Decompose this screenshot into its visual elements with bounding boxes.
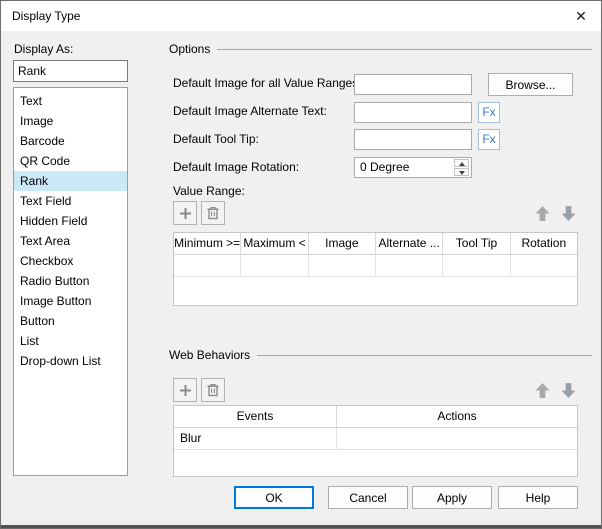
list-item-list[interactable]: List — [14, 331, 127, 351]
arrow-down-icon — [561, 205, 575, 221]
list-item-text-field[interactable]: Text Field — [14, 191, 127, 211]
web-behaviors-add-button[interactable] — [173, 378, 197, 402]
vr-cell-tooltip — [443, 255, 511, 276]
list-item-radio-button[interactable]: Radio Button — [14, 271, 127, 291]
value-range-delete-button[interactable] — [201, 201, 225, 225]
options-group-header: Options — [169, 42, 592, 56]
col-tooltip: Tool Tip — [443, 233, 511, 254]
col-events: Events — [174, 406, 337, 427]
rotation-spinner[interactable]: 0 Degree — [354, 157, 472, 178]
web-behaviors-group-label: Web Behaviors — [169, 348, 251, 362]
rotation-spin-buttons — [454, 159, 469, 176]
default-image-label: Default Image for all Value Ranges: — [173, 76, 362, 90]
arrow-up-icon — [535, 382, 549, 398]
spin-up-icon[interactable] — [454, 159, 469, 167]
help-button[interactable]: Help — [498, 486, 578, 509]
wb-cell-event: Blur — [174, 428, 337, 449]
value-range-add-button[interactable] — [173, 201, 197, 225]
vr-cell-maximum — [241, 255, 309, 276]
apply-button[interactable]: Apply — [412, 486, 492, 509]
ok-button[interactable]: OK — [234, 486, 314, 509]
web-behaviors-table-header: Events Actions — [174, 406, 577, 428]
web-behaviors-move-down-button[interactable] — [556, 378, 580, 402]
list-item-image[interactable]: Image — [14, 111, 127, 131]
web-behaviors-group-header: Web Behaviors — [169, 348, 592, 362]
value-range-move-up-button[interactable] — [530, 201, 554, 225]
fx-button-alternate-text[interactable]: Fx — [478, 102, 500, 123]
display-as-label: Display As: — [14, 42, 74, 56]
col-rotation: Rotation — [521, 236, 567, 250]
value-range-move-down-button[interactable] — [556, 201, 580, 225]
col-minimum: Minimum >= — [174, 233, 242, 254]
col-image: Image — [309, 233, 376, 254]
display-type-dialog: Display Type ✕ Display As: Text Image Ba… — [0, 0, 602, 529]
cancel-button[interactable]: Cancel — [328, 486, 408, 509]
alternate-text-label: Default Image Alternate Text: — [173, 104, 327, 118]
rotation-value: 0 Degree — [360, 160, 410, 174]
value-range-label: Value Range: — [173, 184, 245, 198]
default-image-input[interactable] — [354, 74, 472, 95]
list-item-image-button[interactable]: Image Button — [14, 291, 127, 311]
rotation-label: Default Image Rotation: — [173, 160, 300, 174]
web-behaviors-group-divider — [257, 354, 592, 356]
web-behaviors-move-up-button[interactable] — [530, 378, 554, 402]
arrow-down-icon — [561, 382, 575, 398]
vr-cell-alternate — [376, 255, 444, 276]
col-maximum: Maximum < — [241, 233, 309, 254]
close-icon[interactable]: ✕ — [571, 7, 591, 26]
list-item-button[interactable]: Button — [14, 311, 127, 331]
alternate-text-input[interactable] — [354, 102, 472, 123]
trash-icon — [207, 383, 219, 397]
col-actions: Actions — [437, 409, 477, 423]
list-item-qr-code[interactable]: QR Code — [14, 151, 127, 171]
list-item-text-area[interactable]: Text Area — [14, 231, 127, 251]
list-item-drop-down-list[interactable]: Drop-down List — [14, 351, 127, 371]
spin-down-icon[interactable] — [454, 168, 469, 176]
list-item-hidden-field[interactable]: Hidden Field — [14, 211, 127, 231]
web-behaviors-delete-button[interactable] — [201, 378, 225, 402]
web-behaviors-row-blur[interactable]: Blur — [174, 428, 577, 450]
tooltip-label: Default Tool Tip: — [173, 132, 259, 146]
browse-button[interactable]: Browse... — [488, 73, 573, 96]
dialog-title: Display Type — [12, 9, 81, 23]
list-item-barcode[interactable]: Barcode — [14, 131, 127, 151]
list-item-text[interactable]: Text — [14, 91, 127, 111]
display-type-list: Text Image Barcode QR Code Rank Text Fie… — [13, 87, 128, 476]
options-group-divider — [217, 48, 592, 50]
plus-icon — [179, 207, 191, 219]
list-item-checkbox[interactable]: Checkbox — [14, 251, 127, 271]
vr-cell-rotation — [511, 255, 577, 276]
value-range-table: Minimum >= Maximum < Image Alternate ...… — [173, 232, 578, 306]
value-range-table-header: Minimum >= Maximum < Image Alternate ...… — [174, 233, 577, 255]
options-group-label: Options — [169, 42, 211, 56]
vr-cell-image — [309, 255, 376, 276]
trash-icon — [207, 206, 219, 220]
plus-icon — [179, 384, 191, 396]
vr-cell-minimum — [174, 255, 242, 276]
fx-button-tooltip[interactable]: Fx — [478, 129, 500, 150]
arrow-up-icon — [535, 205, 549, 221]
window-bottom-edge — [1, 525, 601, 528]
col-alternate: Alternate ... — [376, 233, 444, 254]
list-item-rank-selected[interactable]: Rank — [14, 171, 127, 191]
display-as-input[interactable] — [13, 60, 128, 82]
value-range-row[interactable] — [174, 255, 577, 277]
tooltip-input[interactable] — [354, 129, 472, 150]
wb-cell-action — [337, 428, 577, 449]
web-behaviors-table: Events Actions Blur — [173, 405, 578, 477]
title-bar: Display Type ✕ — [1, 1, 601, 31]
